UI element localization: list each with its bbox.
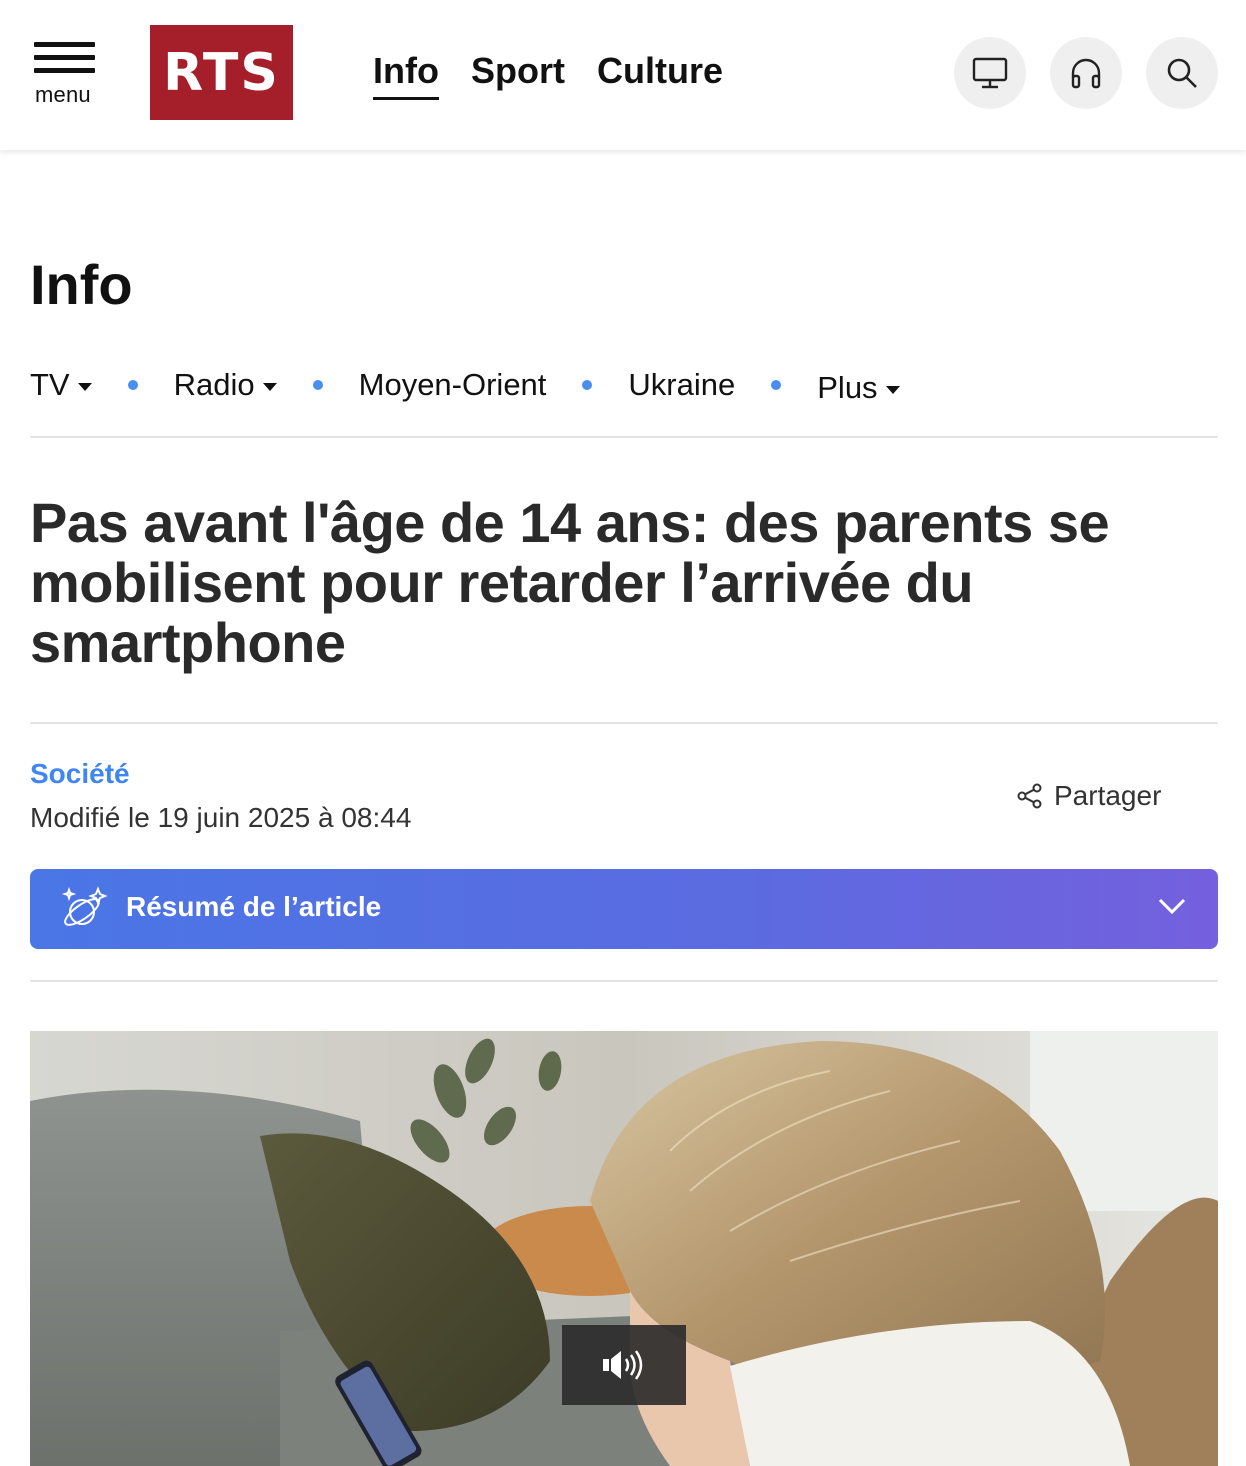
share-icon [1017,783,1042,809]
article-summary-toggle[interactable]: Résumé de l’article [30,869,1218,949]
menu-label: menu [35,82,91,107]
share-button[interactable]: Partager [1016,780,1161,812]
divider [30,436,1218,438]
speaker-icon [603,1350,643,1380]
subnav-radio[interactable]: Radio [174,367,277,403]
separator-dot [127,380,138,390]
hero-image[interactable] [30,1031,1218,1466]
article-headline: Pas avant l'âge de 14 ans: des parents s… [30,491,1110,674]
summary-label: Résumé de l’article [126,891,382,922]
subnav-plus-label: Plus [817,370,878,405]
caret-down-icon [885,385,900,394]
separator-dot [771,380,782,390]
section-title: Info [30,253,133,316]
subnav-tv-label: TV [30,367,70,402]
subnav-radio-label: Radio [173,367,255,402]
menu-button[interactable]: menu [34,42,100,107]
separator-dot [312,380,323,390]
audio-button[interactable] [1050,37,1122,109]
article-modified-date: Modifié le 19 juin 2025 à 08:44 [30,802,412,833]
rts-logo[interactable]: RTS [150,25,293,120]
article-category-link[interactable]: Société [30,758,130,790]
nav-sport[interactable]: Sport [471,50,565,100]
caret-down-icon [77,382,92,391]
subnav-ukraine[interactable]: Ukraine [628,367,735,403]
subnav-plus[interactable]: Plus [817,370,900,406]
subnav-ukraine-label: Ukraine [628,367,736,402]
hamburger-icon-bar [34,68,95,73]
main-nav: Info Sport Culture [373,50,723,100]
hamburger-icon [34,42,95,47]
divider [30,722,1218,724]
hamburger-icon-bar [34,55,95,60]
tv-icon [972,57,1008,89]
caret-down-icon [262,382,277,391]
section-subnav: TV Radio Moyen-Orient Ukraine Plus [30,365,900,405]
nav-info[interactable]: Info [373,50,439,100]
search-button[interactable] [1146,37,1218,109]
unmute-button[interactable] [562,1325,686,1405]
subnav-moyen-orient-label: Moyen-Orient [358,367,547,402]
nav-culture[interactable]: Culture [597,50,723,100]
ai-sparkle-icon [61,886,108,926]
subnav-tv[interactable]: TV [30,367,92,403]
subnav-moyen-orient[interactable]: Moyen-Orient [359,367,547,403]
tv-button[interactable] [954,37,1026,109]
logo-text: RTS [163,42,280,103]
share-label: Partager [1054,780,1162,811]
chevron-down-icon [1158,898,1186,915]
search-icon [1167,58,1197,88]
site-header: menu RTS Info Sport Culture [0,0,1246,150]
divider [30,980,1218,982]
headphones-icon [1071,58,1101,89]
separator-dot [582,380,593,390]
